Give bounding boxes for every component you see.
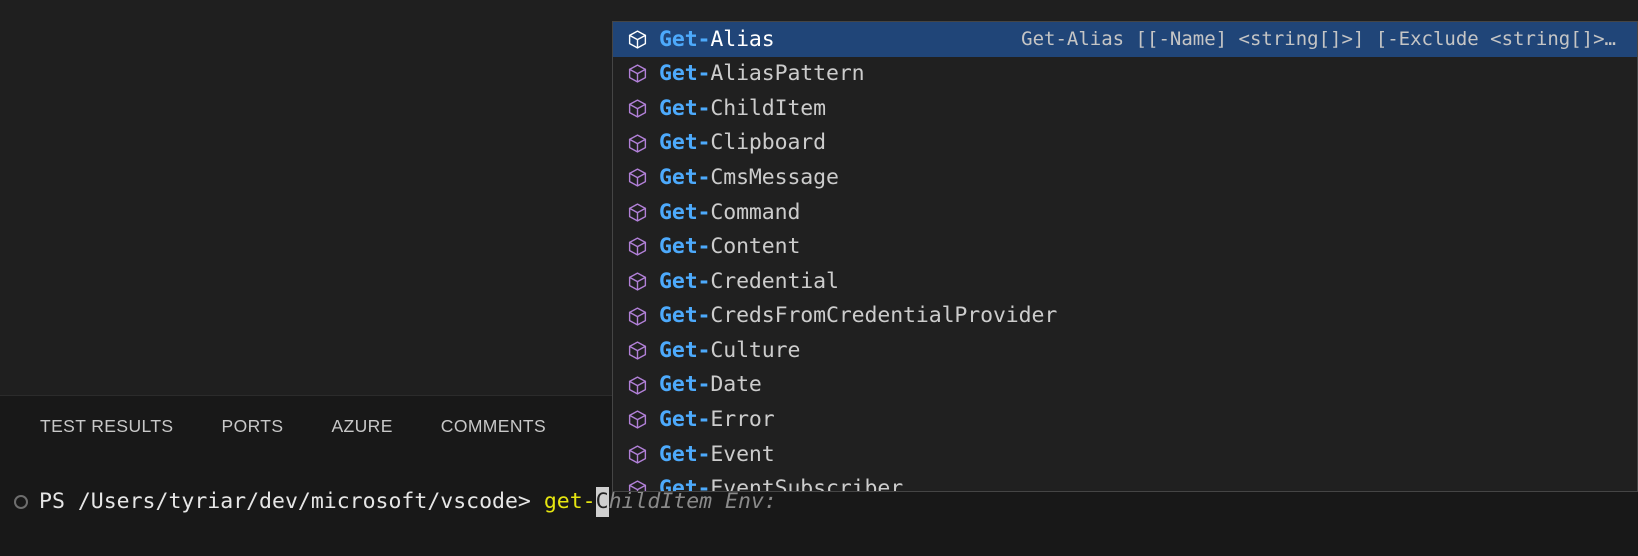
symbol-method-cube-icon <box>627 98 648 119</box>
panel-tab-comments[interactable]: COMMENTS <box>441 416 546 437</box>
symbol-method-cube-icon <box>627 306 648 327</box>
suggest-item-match: Get- <box>659 303 711 329</box>
suggest-item[interactable]: Get-Credential <box>613 264 1638 299</box>
suggest-item-label: Get-EventSubscriber <box>659 476 904 492</box>
panel-tab-azure[interactable]: AZURE <box>331 416 392 437</box>
panel-tab-ports[interactable]: PORTS <box>222 416 284 437</box>
suggest-item-label: Get-Event <box>659 441 775 467</box>
suggest-item-match: Get- <box>659 407 711 433</box>
suggest-item-label: Get-Error <box>659 409 775 431</box>
suggest-item[interactable]: Get-CredsFromCredentialProvider <box>613 299 1638 334</box>
symbol-method-cube-icon <box>627 63 648 84</box>
suggest-item[interactable]: Get-AliasPattern <box>613 57 1638 92</box>
suggest-item-rest: Clipboard <box>710 130 826 156</box>
suggest-item-rest: ChildItem <box>710 95 826 121</box>
suggest-item[interactable]: Get-Event <box>613 437 1638 472</box>
symbol-method-cube-icon <box>627 271 648 292</box>
panel-tab-label: AZURE <box>331 415 393 436</box>
suggest-item-rest: AliasPattern <box>710 61 865 87</box>
suggest-item[interactable]: Get-CmsMessage <box>613 160 1638 195</box>
symbol-method-cube-icon <box>627 167 648 188</box>
symbol-method-cube-icon <box>627 202 648 223</box>
terminal-prompt: PS /Users/tyriar/dev/microsoft/vscode> <box>39 489 544 514</box>
symbol-method-cube-icon <box>627 375 648 396</box>
symbol-method-cube-icon <box>627 236 648 257</box>
suggest-item[interactable]: Get-Error <box>613 403 1638 438</box>
terminal-cursor: C <box>595 487 609 517</box>
suggest-item-label: Get-Clipboard <box>659 132 826 154</box>
suggest-item-match: Get- <box>659 95 711 121</box>
suggest-item-label: Get-ChildItem <box>659 95 826 121</box>
suggest-item[interactable]: Get-Clipboard <box>613 126 1638 161</box>
panel-tab-label: PORTS <box>221 415 284 436</box>
suggest-item[interactable]: Get-EventSubscriber <box>613 472 1638 492</box>
suggest-item-match: Get- <box>659 164 711 190</box>
suggest-item[interactable]: Get-Content <box>613 230 1638 265</box>
suggest-item-match: Get- <box>659 234 711 260</box>
suggest-item-match: Get- <box>659 372 711 398</box>
panel-tab-label: COMMENTS <box>440 415 547 436</box>
suggest-item[interactable]: Get-Date <box>613 368 1638 403</box>
terminal-typed-text: get- <box>543 489 596 514</box>
suggest-item-rest: EventSubscriber <box>710 476 904 492</box>
suggest-item[interactable]: Get-Command <box>613 195 1638 230</box>
suggest-item-label: Get-Command <box>659 199 801 225</box>
suggest-item-label: Get-Credential <box>659 268 839 294</box>
suggest-item-label: Get-Alias <box>659 26 775 52</box>
symbol-method-cube-icon <box>627 479 648 491</box>
suggest-widget[interactable]: Get-Alias Get-Alias [[-Name] <string[]>] … <box>612 21 1638 492</box>
suggest-list[interactable]: Get-Alias Get-Alias [[-Name] <string[]>] … <box>613 22 1638 492</box>
symbol-method-cube-icon <box>627 133 648 154</box>
suggest-item-rest: Culture <box>710 337 801 363</box>
suggest-item-rest: Date <box>710 372 762 398</box>
suggest-item-match: Get- <box>659 441 711 467</box>
suggest-item-label: Get-CredsFromCredentialProvider <box>659 305 1057 327</box>
suggest-item-rest: Command <box>710 199 801 225</box>
panel-tab-test-results[interactable]: TEST RESULTS <box>40 416 174 437</box>
suggest-item[interactable]: Get-ChildItem <box>613 91 1638 126</box>
symbol-method-cube-icon <box>627 29 648 50</box>
symbol-method-cube-icon <box>627 340 648 361</box>
suggest-item[interactable]: Get-Culture <box>613 333 1638 368</box>
command-status-circle-icon[interactable] <box>14 495 28 509</box>
suggest-item-detail: Get-Alias [[-Name] <string[]>] [-Exclude… <box>1021 28 1616 51</box>
panel-tab-label: TEST RESULTS <box>40 415 174 436</box>
suggest-item-rest: Content <box>710 234 801 260</box>
suggest-item-label: Get-AliasPattern <box>659 63 865 85</box>
suggest-item-match: Get- <box>659 61 711 87</box>
suggest-item[interactable]: Get-Alias Get-Alias [[-Name] <string[]>] … <box>613 22 1638 57</box>
suggest-item-match: Get- <box>659 130 711 156</box>
suggest-item-rest: CredsFromCredentialProvider <box>710 303 1058 329</box>
symbol-method-cube-icon <box>627 444 648 465</box>
suggest-item-match: Get- <box>659 199 711 225</box>
suggest-item-label: Get-Date <box>659 374 762 396</box>
suggest-item-label: Get-Content <box>659 236 800 258</box>
suggest-item-rest: Credential <box>710 268 839 294</box>
suggest-item-match: Get- <box>659 337 711 363</box>
symbol-method-cube-icon <box>627 409 648 430</box>
suggest-item-match: Get- <box>659 476 711 492</box>
suggest-item-label: Get-CmsMessage <box>659 167 839 189</box>
suggest-item-rest: Alias <box>710 26 775 52</box>
suggest-item-match: Get- <box>659 268 711 294</box>
suggest-item-rest: CmsMessage <box>710 164 839 190</box>
suggest-item-rest: Event <box>710 441 775 467</box>
suggest-item-label: Get-Culture <box>659 340 800 362</box>
suggest-item-rest: Error <box>710 407 775 433</box>
suggest-item-match: Get- <box>659 26 711 52</box>
